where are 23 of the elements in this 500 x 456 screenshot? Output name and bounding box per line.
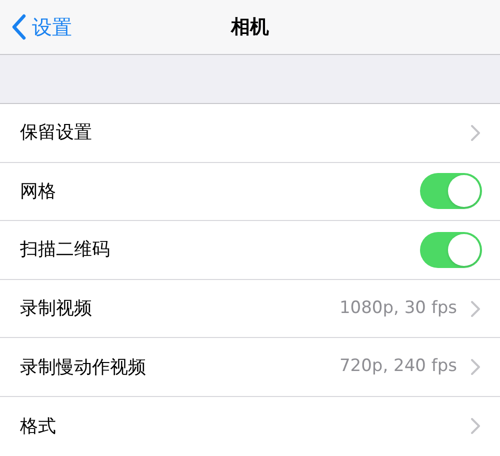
settings-row[interactable]: 网格 [0,162,500,222]
row-label: 录制视频 [20,297,93,322]
toggle-switch[interactable] [420,173,482,210]
page-title: 相机 [231,14,269,40]
chevron-icon [471,124,480,141]
settings-row[interactable]: 扫描二维码 [0,221,500,280]
chevron-icon [471,359,480,376]
row-value: 1080p, 30 fps [339,296,457,320]
row-label: 格式 [20,414,57,439]
row-label: 扫描二维码 [20,238,111,262]
chevron-icon [471,418,480,434]
settings-row[interactable]: 录制视频 1080p, 30 fps [0,280,500,338]
row-value: 720p, 240 fps [339,355,457,378]
row-label: 网格 [20,180,57,204]
settings-row[interactable]: 保留设置 [0,104,500,163]
settings-row[interactable]: 格式 [0,396,500,456]
settings-row[interactable]: 录制慢动作视频 720p, 240 fps [0,338,500,397]
toggle-switch[interactable] [420,232,482,268]
row-label: 保留设置 [20,121,93,146]
chevron-icon [471,300,480,317]
row-label: 录制慢动作视频 [20,356,147,380]
back-chevron-icon [12,14,26,40]
back-button[interactable]: 设置 [12,12,72,42]
